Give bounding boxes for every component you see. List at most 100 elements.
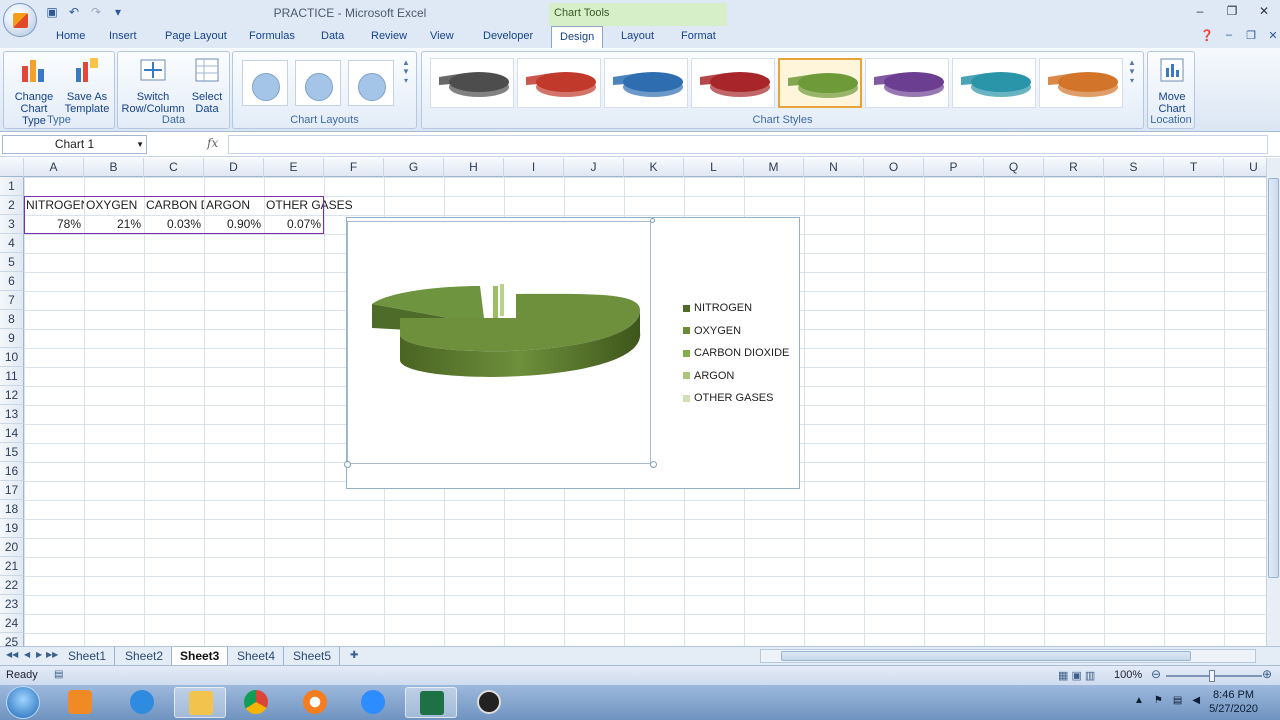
row-header-5[interactable]: 5 xyxy=(0,253,24,272)
firefox-icon[interactable] xyxy=(289,687,341,718)
column-header-d[interactable]: D xyxy=(204,158,264,177)
obs-icon[interactable] xyxy=(463,687,515,718)
column-header-u[interactable]: U xyxy=(1224,158,1266,177)
restore-button[interactable]: ❐ xyxy=(1216,0,1248,22)
tab-layout[interactable]: Layout xyxy=(621,30,654,42)
layouts-scroll[interactable]: ▲ ▼ ▾ xyxy=(400,58,412,110)
view-buttons[interactable]: ▦ ▣ ▥ xyxy=(1058,669,1095,682)
row-header-20[interactable]: 20 xyxy=(0,538,24,557)
start-button[interactable] xyxy=(6,686,40,719)
chart-style-3[interactable] xyxy=(604,58,688,108)
move-chart-button[interactable]: Move Chart xyxy=(1152,56,1192,115)
insert-function-icon[interactable]: fx xyxy=(207,136,218,150)
row-header-1[interactable]: 1 xyxy=(0,177,24,196)
column-header-b[interactable]: B xyxy=(84,158,144,177)
zoom-out-icon[interactable]: ⊖ xyxy=(1151,667,1161,681)
insert-sheet-icon[interactable]: ✚ xyxy=(350,650,358,661)
ribbon-close-icon[interactable]: ✕ xyxy=(1266,29,1280,42)
media-player-icon[interactable] xyxy=(54,687,106,718)
tab-insert[interactable]: Insert xyxy=(109,30,137,42)
minimize-button[interactable]: – xyxy=(1184,0,1216,22)
cell-a3[interactable]: 78% xyxy=(26,215,84,234)
column-header-i[interactable]: I xyxy=(504,158,564,177)
last-sheet-icon[interactable]: ▶▶ xyxy=(46,650,58,659)
tab-view[interactable]: View xyxy=(430,30,454,42)
row-header-23[interactable]: 23 xyxy=(0,595,24,614)
tab-data[interactable]: Data xyxy=(321,30,344,42)
tab-developer[interactable]: Developer xyxy=(483,30,533,42)
sheet-tab-sheet3[interactable]: Sheet3 xyxy=(172,647,229,665)
cell-b2[interactable]: OXYGEN xyxy=(86,196,144,215)
tab-review[interactable]: Review xyxy=(371,30,407,42)
column-header-t[interactable]: T xyxy=(1164,158,1224,177)
chart-style-2[interactable] xyxy=(517,58,601,108)
sheet-tab-sheet1[interactable]: Sheet1 xyxy=(60,647,116,665)
row-header-4[interactable]: 4 xyxy=(0,234,24,253)
chart-style-6[interactable] xyxy=(865,58,949,108)
horizontal-scroll-thumb[interactable] xyxy=(781,651,1191,661)
cell-d3[interactable]: 0.90% xyxy=(206,215,264,234)
chart-style-5[interactable] xyxy=(778,58,862,108)
chart-style-4[interactable] xyxy=(691,58,775,108)
vertical-scroll-thumb[interactable] xyxy=(1268,178,1279,578)
column-header-k[interactable]: K xyxy=(624,158,684,177)
cell-c3[interactable]: 0.03% xyxy=(146,215,204,234)
taskbar-clock[interactable]: 8:46 PM 5/27/2020 xyxy=(1209,688,1258,716)
chart-layout-3[interactable] xyxy=(348,60,394,106)
row-header-24[interactable]: 24 xyxy=(0,614,24,633)
select-all-corner[interactable] xyxy=(0,158,24,177)
column-header-q[interactable]: Q xyxy=(984,158,1044,177)
column-header-j[interactable]: J xyxy=(564,158,624,177)
tab-page-layout[interactable]: Page Layout xyxy=(165,30,227,42)
tab-design[interactable]: Design xyxy=(551,26,604,48)
column-header-a[interactable]: A xyxy=(24,158,84,177)
sheet-tab-sheet5[interactable]: Sheet5 xyxy=(285,647,341,665)
column-header-n[interactable]: N xyxy=(804,158,864,177)
row-header-12[interactable]: 12 xyxy=(0,386,24,405)
row-header-21[interactable]: 21 xyxy=(0,557,24,576)
plot-area[interactable] xyxy=(347,221,651,464)
close-button[interactable]: ✕ xyxy=(1248,0,1280,22)
row-header-6[interactable]: 6 xyxy=(0,272,24,291)
row-header-11[interactable]: 11 xyxy=(0,367,24,386)
column-header-e[interactable]: E xyxy=(264,158,324,177)
prev-sheet-icon[interactable]: ◀ xyxy=(24,650,30,659)
resize-handle[interactable] xyxy=(650,218,655,223)
vertical-scrollbar[interactable] xyxy=(1266,158,1280,646)
save-as-template-button[interactable]: Save As Template xyxy=(62,56,112,115)
horizontal-scrollbar[interactable] xyxy=(760,649,1256,663)
row-header-10[interactable]: 10 xyxy=(0,348,24,367)
row-header-2[interactable]: 2 xyxy=(0,196,24,215)
zoom-app-icon[interactable] xyxy=(347,687,399,718)
cell-c2[interactable]: CARBON DIOXIDE xyxy=(146,196,204,215)
column-header-s[interactable]: S xyxy=(1104,158,1164,177)
resize-handle[interactable] xyxy=(344,461,351,468)
sheet-tab-sheet2[interactable]: Sheet2 xyxy=(117,647,173,665)
next-sheet-icon[interactable]: ▶ xyxy=(36,650,42,659)
cell-e2[interactable]: OTHER GASES xyxy=(266,196,356,215)
chart-layout-1[interactable] xyxy=(242,60,288,106)
row-header-18[interactable]: 18 xyxy=(0,500,24,519)
chrome-icon[interactable] xyxy=(230,687,282,718)
row-header-13[interactable]: 13 xyxy=(0,405,24,424)
volume-icon[interactable]: ◀ xyxy=(1192,695,1200,706)
name-box[interactable]: Chart 1 ▼ xyxy=(2,135,147,154)
first-sheet-icon[interactable]: ◀◀ xyxy=(6,650,18,659)
cell-e3[interactable]: 0.07% xyxy=(266,215,324,234)
column-header-f[interactable]: F xyxy=(324,158,384,177)
row-header-19[interactable]: 19 xyxy=(0,519,24,538)
chart-style-8[interactable] xyxy=(1039,58,1123,108)
column-header-o[interactable]: O xyxy=(864,158,924,177)
switch-row-column-button[interactable]: Switch Row/Column xyxy=(121,56,185,115)
row-header-7[interactable]: 7 xyxy=(0,291,24,310)
row-header-14[interactable]: 14 xyxy=(0,424,24,443)
row-header-22[interactable]: 22 xyxy=(0,576,24,595)
ribbon-restore-icon[interactable]: ❐ xyxy=(1244,29,1258,42)
column-header-c[interactable]: C xyxy=(144,158,204,177)
zoom-level[interactable]: 100% xyxy=(1114,669,1142,681)
internet-explorer-icon[interactable] xyxy=(116,687,168,718)
ribbon-minimize-icon[interactable]: – xyxy=(1222,29,1236,42)
row-header-3[interactable]: 3 xyxy=(0,215,24,234)
column-header-m[interactable]: M xyxy=(744,158,804,177)
tab-home[interactable]: Home xyxy=(56,30,85,42)
